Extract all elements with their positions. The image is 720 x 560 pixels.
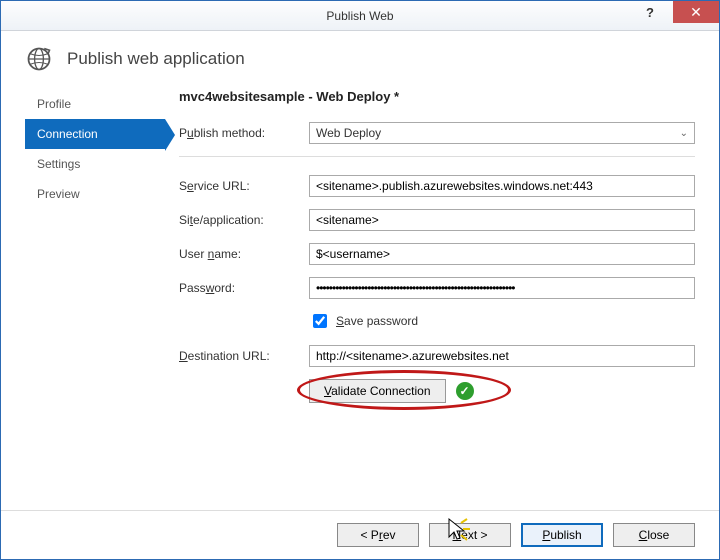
close-button[interactable]: Close [613, 523, 695, 547]
destination-url-input[interactable] [309, 345, 695, 367]
sidebar-item-profile[interactable]: Profile [25, 89, 165, 119]
save-password-label: Save password [336, 314, 418, 328]
sidebar-item-preview[interactable]: Preview [25, 179, 165, 209]
validate-area: Validate Connection ✓ [309, 379, 695, 403]
password-label: Password: [179, 281, 309, 295]
separator [179, 156, 695, 157]
window-buttons: ? ✕ [627, 1, 719, 23]
publish-web-dialog: Publish Web ? ✕ Publish web application … [0, 0, 720, 560]
chevron-down-icon: ⌄ [680, 128, 688, 139]
service-url-input[interactable] [309, 175, 695, 197]
site-app-label: Site/application: [179, 213, 309, 227]
publish-method-select[interactable]: Web Deploy ⌄ [309, 122, 695, 144]
titlebar: Publish Web ? ✕ [1, 1, 719, 31]
dialog-header: Publish web application [1, 31, 719, 79]
validation-success-icon: ✓ [456, 382, 474, 400]
save-password-checkbox[interactable] [313, 314, 327, 328]
publish-method-value: Web Deploy [316, 126, 381, 140]
close-window-button[interactable]: ✕ [673, 1, 719, 23]
sidebar-item-settings[interactable]: Settings [25, 149, 165, 179]
publish-button[interactable]: Publish [521, 523, 603, 547]
validate-connection-button[interactable]: Validate Connection [309, 379, 446, 403]
connection-page: mvc4websitesample - Web Deploy * Publish… [165, 85, 695, 403]
sidebar-item-connection[interactable]: Connection [25, 119, 165, 149]
site-app-input[interactable] [309, 209, 695, 231]
password-input[interactable] [309, 277, 695, 299]
publish-method-label: Publish method: [179, 126, 309, 140]
username-input[interactable] [309, 243, 695, 265]
globe-icon [25, 45, 53, 73]
window-title: Publish Web [326, 9, 393, 23]
username-label: User name: [179, 247, 309, 261]
dialog-heading: Publish web application [67, 49, 245, 69]
page-title: mvc4websitesample - Web Deploy * [179, 89, 695, 104]
prev-button[interactable]: < Prev [337, 523, 419, 547]
next-button[interactable]: Next > [429, 523, 511, 547]
destination-url-label: Destination URL: [179, 349, 309, 363]
dialog-footer: < Prev Next > Publish Close [1, 510, 719, 559]
wizard-sidebar: Profile Connection Settings Preview [25, 85, 165, 403]
help-button[interactable]: ? [627, 1, 673, 23]
service-url-label: Service URL: [179, 179, 309, 193]
